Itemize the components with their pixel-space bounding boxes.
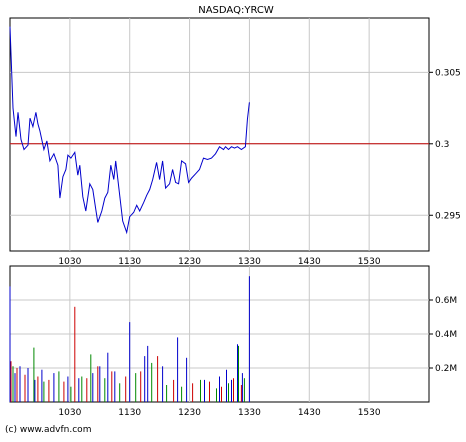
price-y-tick-label: 0.295 — [435, 211, 461, 221]
volume-x-tick-labels: 1030 1130 1230 1330 1430 1530 — [58, 408, 380, 418]
footer-credit: (c) www.advfn.com — [5, 425, 91, 435]
volume-x-tick-label: 1530 — [358, 408, 381, 418]
price-y-tick-label: 0.305 — [435, 68, 461, 78]
price-y-tick-labels: 0.305 0.3 0.295 — [429, 68, 461, 221]
volume-y-tick-label: 0.6M — [435, 296, 457, 306]
volume-x-tick-label: 1130 — [118, 408, 141, 418]
chart-canvas: NASDAQ:YRCW 0.305 0.3 0.295 1030 1130 1230 13… — [5, 5, 461, 435]
volume-x-tick-label: 1430 — [298, 408, 321, 418]
volume-x-tick-label: 1330 — [238, 408, 261, 418]
volume-y-tick-label: 0.2M — [435, 364, 457, 374]
volume-x-tick-label: 1230 — [178, 408, 201, 418]
volume-plot-area: 0.6M 0.4M 0.2M 1030 1130 1230 1330 1430 1530 — [9, 265, 457, 418]
price-y-tick-label: 0.3 — [435, 140, 449, 150]
volume-y-tick-label: 0.4M — [435, 330, 457, 340]
volume-x-tick-label: 1030 — [58, 408, 81, 418]
price-plot-frame — [9, 17, 430, 252]
chart-title: NASDAQ:YRCW — [198, 5, 274, 16]
price-plot-area: 0.3050.30.295 1030 1130 1230 1330 1430 1530 — [9, 17, 461, 267]
volume-y-tick-labels: 0.6M 0.4M 0.2M — [429, 296, 457, 374]
